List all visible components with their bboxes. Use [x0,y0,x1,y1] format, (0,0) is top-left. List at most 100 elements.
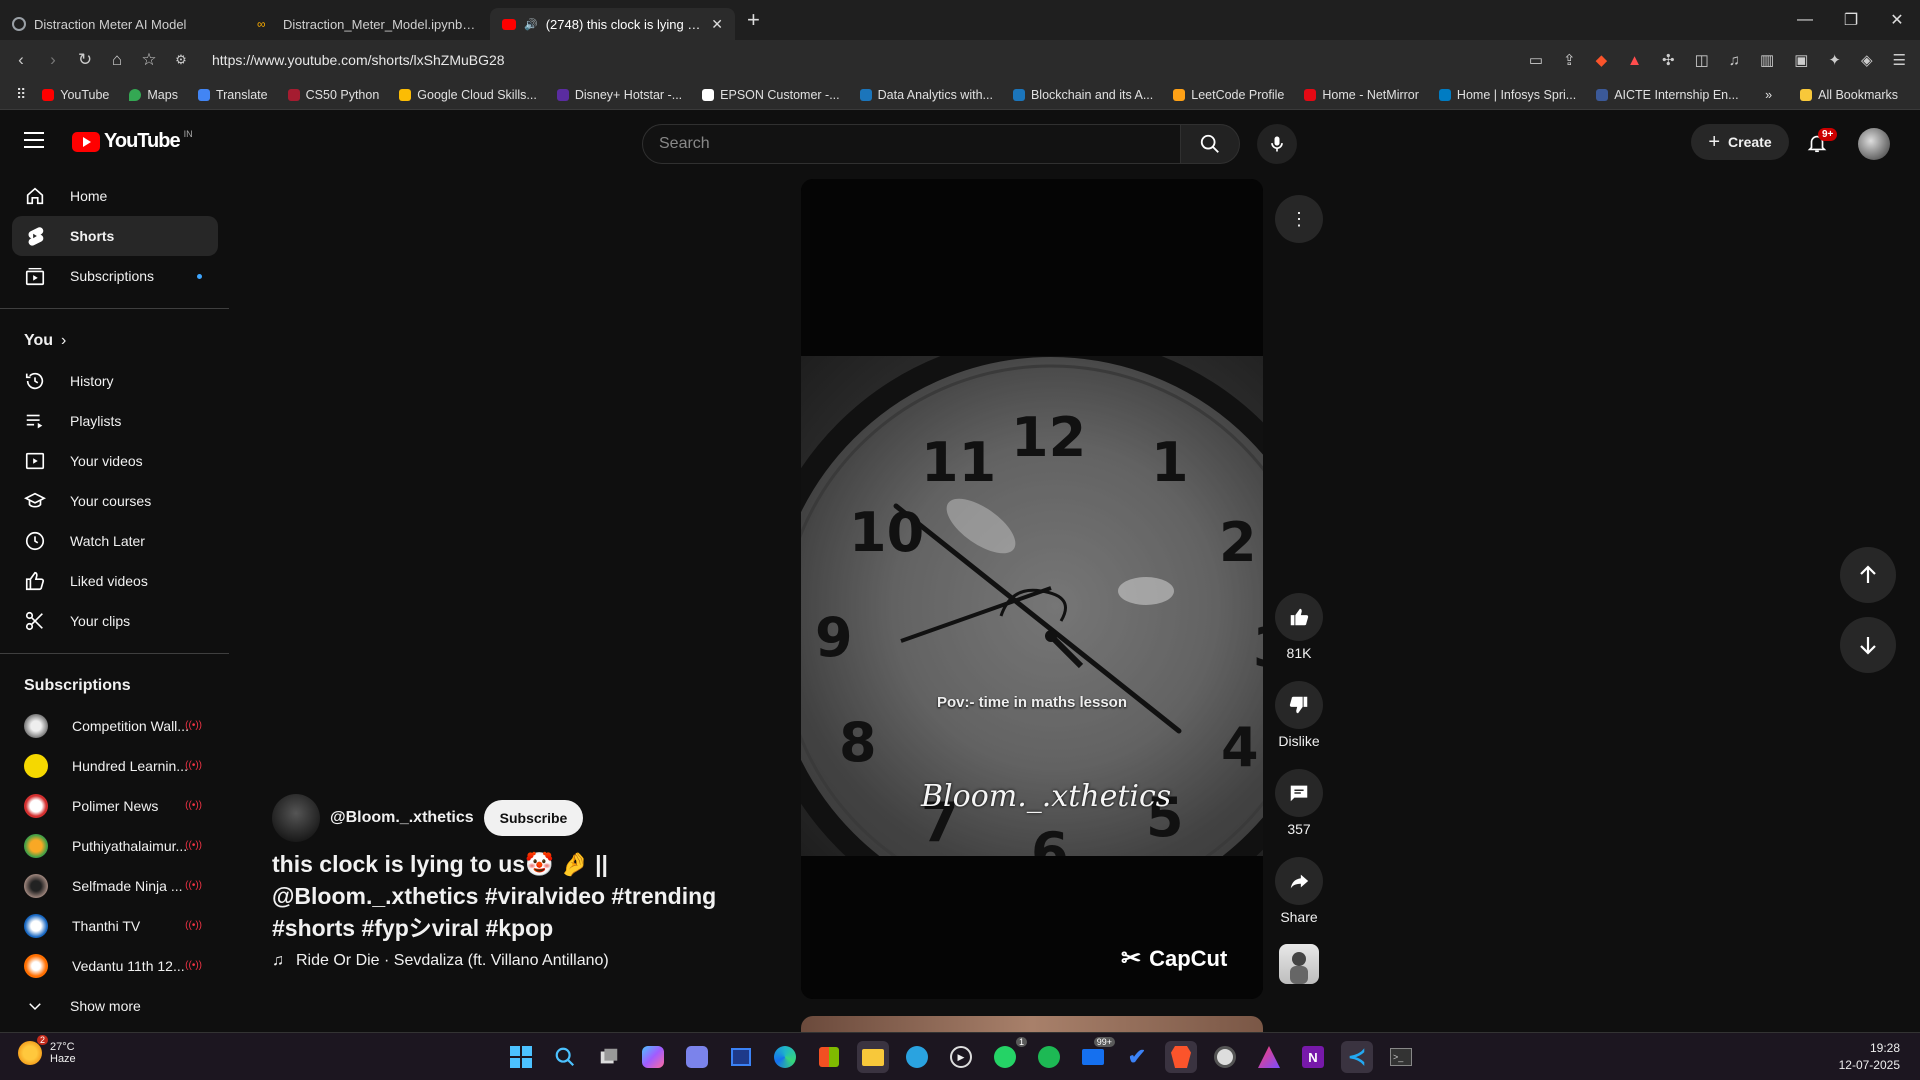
sound-thumbnail[interactable] [1279,944,1319,984]
sidebar-item-history[interactable]: History [12,361,218,401]
new-tab-button[interactable]: + [747,7,760,33]
bookmark-item[interactable]: Maps [119,88,188,102]
tab-colab-notebook[interactable]: ∞ Distraction_Meter_Model.ipynb - Col [245,8,490,40]
restore-icon[interactable]: ❐ [1828,0,1874,40]
search-input[interactable] [643,125,1181,163]
subscription-channel[interactable]: Thanthi TV ((•)) [12,906,218,946]
speaker-icon[interactable]: 🔊 [524,18,538,31]
music-link[interactable]: ♫ Ride Or Die · Sevdaliza (ft. Villano A… [272,952,609,970]
sidebar-item-home[interactable]: Home [12,176,218,216]
sidebar-item-your-clips[interactable]: Your clips [12,601,218,641]
cast-icon[interactable]: ▭ [1529,51,1543,69]
subscription-channel[interactable]: Competition Wall... ((•)) [12,706,218,746]
sidebar-item-subscriptions[interactable]: Subscriptions [12,256,218,296]
telegram-icon[interactable] [901,1041,933,1073]
sidebar-item-playlists[interactable]: Playlists [12,401,218,441]
sidebar-item-watch-later[interactable]: Watch Later [12,521,218,561]
reload-icon[interactable]: ↻ [76,50,94,70]
onenote-icon[interactable]: N [1297,1041,1329,1073]
share-button[interactable] [1275,857,1323,905]
bookmark-item[interactable]: Home - NetMirror [1294,88,1429,102]
bookmark-item[interactable]: Data Analytics with... [850,88,1003,102]
bookmark-item[interactable]: CS50 Python [278,88,390,102]
sidebar-item-your-courses[interactable]: Your courses [12,481,218,521]
bookmark-item[interactable]: YouTube [32,88,119,102]
file-explorer-icon[interactable] [857,1041,889,1073]
copilot-icon[interactable] [637,1041,669,1073]
share-icon[interactable]: ⇪ [1563,51,1576,69]
subscription-channel[interactable]: Vedantu 11th 12... ((•)) [12,946,218,986]
terminal-icon[interactable]: >_ [1385,1041,1417,1073]
brave-shields-icon[interactable]: ◆ [1596,51,1608,69]
subscribe-button[interactable]: Subscribe [483,800,584,836]
vscode-icon[interactable]: ≺ [1341,1041,1373,1073]
minimize-icon[interactable]: — [1782,0,1828,40]
store-window-icon[interactable] [725,1041,757,1073]
apps-grid-icon[interactable]: ⠿ [16,86,26,103]
brave-icon[interactable] [1165,1041,1197,1073]
bookmark-item[interactable]: Disney+ Hotstar -... [547,88,692,102]
media-player-icon[interactable]: ▶ [945,1041,977,1073]
you-heading[interactable]: You › [0,321,230,361]
back-icon[interactable]: ‹ [12,50,30,70]
subscription-channel[interactable]: Hundred Learnin... ((•)) [12,746,218,786]
site-info-icon[interactable]: ⚙ [172,52,190,68]
url-field[interactable]: https://www.youtube.com/shorts/lxShZMuBG… [212,52,505,68]
create-button[interactable]: + Create [1691,124,1789,160]
all-bookmarks-button[interactable]: All Bookmarks [1790,88,1908,102]
show-more-button[interactable]: Show more [12,986,218,1026]
channel-name[interactable]: @Bloom._.xthetics [330,809,474,827]
short-title[interactable]: this clock is lying to us🤡 🤌 || @Bloom._… [272,848,732,944]
system-clock[interactable]: 19:28 12-07-2025 [1839,1040,1900,1074]
next-short-button[interactable] [1840,617,1896,673]
menu-icon[interactable] [24,132,44,153]
comments-button[interactable] [1275,769,1323,817]
spotify-icon[interactable] [1033,1041,1065,1073]
leo-ai-icon[interactable]: ✦ [1828,51,1841,69]
edge-icon[interactable] [769,1041,801,1073]
youtube-logo[interactable]: YouTube IN [72,129,193,153]
media-icon[interactable]: ♫ [1729,52,1740,69]
microsoft-store-icon[interactable] [813,1041,845,1073]
short-video-player[interactable]: 12 1 2 3 4 5 6 7 8 9 10 11 [801,179,1263,999]
brave-rewards-icon[interactable]: ▲ [1627,52,1642,69]
weather-widget[interactable]: 2 27°C Haze [18,1035,76,1065]
subscription-channel[interactable]: Selfmade Ninja ... ((•)) [12,866,218,906]
bookmark-item[interactable]: AICTE Internship En... [1586,88,1748,102]
task-view-icon[interactable] [593,1041,625,1073]
home-icon[interactable]: ⌂ [108,50,126,70]
bookmark-item[interactable]: LeetCode Profile [1163,88,1294,102]
tab-youtube-short[interactable]: 🔊 (2748) this clock is lying to us ✕ [490,8,735,40]
forward-icon[interactable]: › [44,50,62,70]
close-tab-icon[interactable]: ✕ [711,16,723,33]
search-button[interactable] [1180,124,1240,164]
bookmark-item[interactable]: Blockchain and its A... [1003,88,1163,102]
windows-start-icon[interactable] [505,1041,537,1073]
vpn-icon[interactable]: ◈ [1861,51,1873,69]
bookmark-item[interactable]: Home | Infosys Spri... [1429,88,1586,102]
menu-icon[interactable]: ☰ [1893,51,1906,69]
screenshot-icon[interactable]: ◫ [1695,51,1709,69]
bookmark-item[interactable]: Translate [188,88,278,102]
sidebar-item-shorts[interactable]: Shorts [12,216,218,256]
channel-avatar[interactable] [272,794,320,842]
bookmark-page-icon[interactable]: ☆ [140,50,158,70]
like-button[interactable] [1275,593,1323,641]
search-icon[interactable] [549,1041,581,1073]
more-options-button[interactable]: ⋮ [1275,195,1323,243]
clock-app-icon[interactable] [1209,1041,1241,1073]
close-window-icon[interactable]: ✕ [1874,0,1920,40]
tab-distraction-meter[interactable]: Distraction Meter AI Model [0,8,245,40]
extensions-icon[interactable]: ✣ [1662,51,1675,69]
subscription-channel[interactable]: Puthiyathalaimur... ((•)) [12,826,218,866]
whatsapp-icon[interactable]: 1 [989,1037,1027,1073]
bookmark-item[interactable]: EPSON Customer -... [692,88,849,102]
app-a-icon[interactable] [1253,1041,1285,1073]
avatar[interactable] [1858,128,1890,160]
previous-short-button[interactable] [1840,547,1896,603]
subscription-channel[interactable]: Polimer News ((•)) [12,786,218,826]
bookmarks-overflow-icon[interactable]: » [1765,88,1772,102]
todo-icon[interactable]: ✔ [1121,1041,1153,1073]
voice-search-button[interactable] [1257,124,1297,164]
wallet-icon[interactable]: ▣ [1794,51,1808,69]
